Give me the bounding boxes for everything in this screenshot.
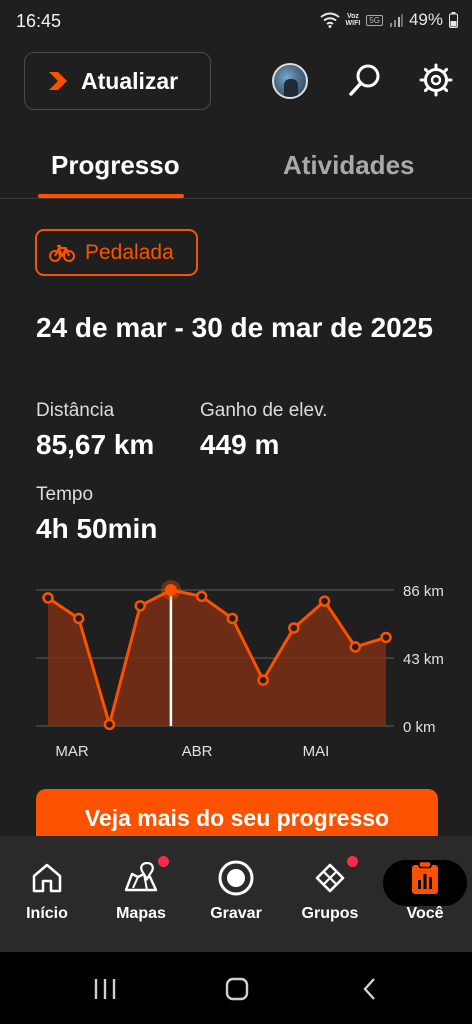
search-button[interactable]: [345, 60, 385, 100]
status-bar: 16:45 Voz WIFI 5G 49%: [0, 0, 472, 44]
signal-icon: [389, 14, 403, 27]
home-system-icon: [225, 977, 249, 1001]
bike-icon: [49, 244, 75, 262]
tab-progress[interactable]: Progresso: [51, 150, 180, 181]
sport-label: Pedalada: [85, 240, 174, 264]
you-icon: [405, 858, 445, 898]
see-more-progress-label: Veja mais do seu progresso: [84, 805, 390, 831]
chart-point: [380, 631, 392, 644]
wifi-icon: [319, 12, 340, 28]
chart-y-tick-label: 0 km: [403, 719, 436, 736]
recent-apps-icon: [94, 979, 116, 999]
chart-point: [349, 641, 362, 653]
volte-indicator: Voz WIFI: [345, 13, 361, 27]
chart-point: [288, 622, 300, 634]
chart-point: [42, 592, 54, 604]
back-button[interactable]: [350, 974, 390, 1004]
notification-dot: [347, 856, 358, 867]
date-range: 24 de mar - 30 de mar de 2025: [36, 312, 433, 343]
time-value: 4h 50min: [36, 513, 158, 544]
gear-icon: [419, 63, 453, 97]
notification-dot: [158, 856, 169, 867]
active-tab-indicator: [38, 194, 184, 198]
nav-record[interactable]: Gravar: [190, 858, 282, 934]
distance-value: 85,67 km: [36, 429, 155, 460]
chart-point: [103, 718, 116, 731]
recent-apps-button[interactable]: [85, 974, 125, 1004]
chart-x-tick-label: MAI: [303, 743, 330, 760]
groups-icon: [310, 856, 358, 898]
see-more-progress-button[interactable]: Veja mais do seu progresso: [36, 789, 438, 836]
progress-chart[interactable]: 86 km 43 km 0 km MAR ABR MAI: [0, 575, 472, 775]
home-system-button[interactable]: [217, 974, 257, 1004]
chart-point: [72, 612, 85, 625]
chart-point: [257, 674, 269, 686]
battery-percent: 49%: [408, 10, 443, 29]
progress-panel: Pedalada 24 de mar - 30 de mar de 2025 D…: [0, 200, 472, 836]
chart-point: [318, 595, 331, 607]
tab-activities[interactable]: Atividades: [283, 150, 415, 181]
record-icon: [216, 858, 256, 898]
back-icon: [363, 978, 375, 1000]
network-badge: 5G: [366, 14, 383, 26]
map-icon: [121, 856, 169, 898]
chart-y-tick-label: 86 km: [403, 583, 444, 600]
chart-x-tick-label: MAR: [55, 743, 89, 760]
time-label: Tempo: [36, 484, 94, 505]
strava-chevron-icon: [49, 72, 67, 90]
tab-bar: Progresso Atividades: [0, 124, 472, 199]
system-navigation-bar: [0, 952, 472, 1024]
elevation-label: Ganho de elev.: [200, 400, 328, 421]
chart-y-tick-label: 43 km: [403, 651, 444, 668]
status-time: 16:45: [16, 11, 62, 31]
top-bar: Atualizar: [0, 44, 472, 124]
avatar[interactable]: [272, 63, 308, 99]
distance-label: Distância: [36, 400, 115, 421]
elevation-value: 449 m: [200, 429, 280, 460]
battery-icon: [449, 12, 458, 28]
chart-point: [195, 590, 208, 603]
sport-selector[interactable]: Pedalada: [35, 229, 198, 276]
status-icons: Voz WIFI 5G 49%: [319, 10, 458, 30]
nav-you[interactable]: Você: [379, 858, 471, 934]
nav-home[interactable]: Início: [1, 858, 93, 934]
chart-x-tick-label: ABR: [182, 743, 213, 760]
bottom-navigation: Início Mapas Gravar Grupos Você: [0, 836, 472, 952]
search-icon: [349, 64, 380, 96]
nav-groups[interactable]: Grupos: [284, 856, 376, 934]
home-icon: [27, 858, 67, 898]
nav-maps[interactable]: Mapas: [95, 856, 187, 934]
chart-point: [226, 612, 239, 625]
chart-point: [134, 600, 146, 612]
refresh-button[interactable]: Atualizar: [24, 52, 211, 110]
refresh-label: Atualizar: [81, 67, 179, 94]
chart-point-selected: [164, 584, 177, 596]
settings-button[interactable]: [416, 60, 456, 100]
